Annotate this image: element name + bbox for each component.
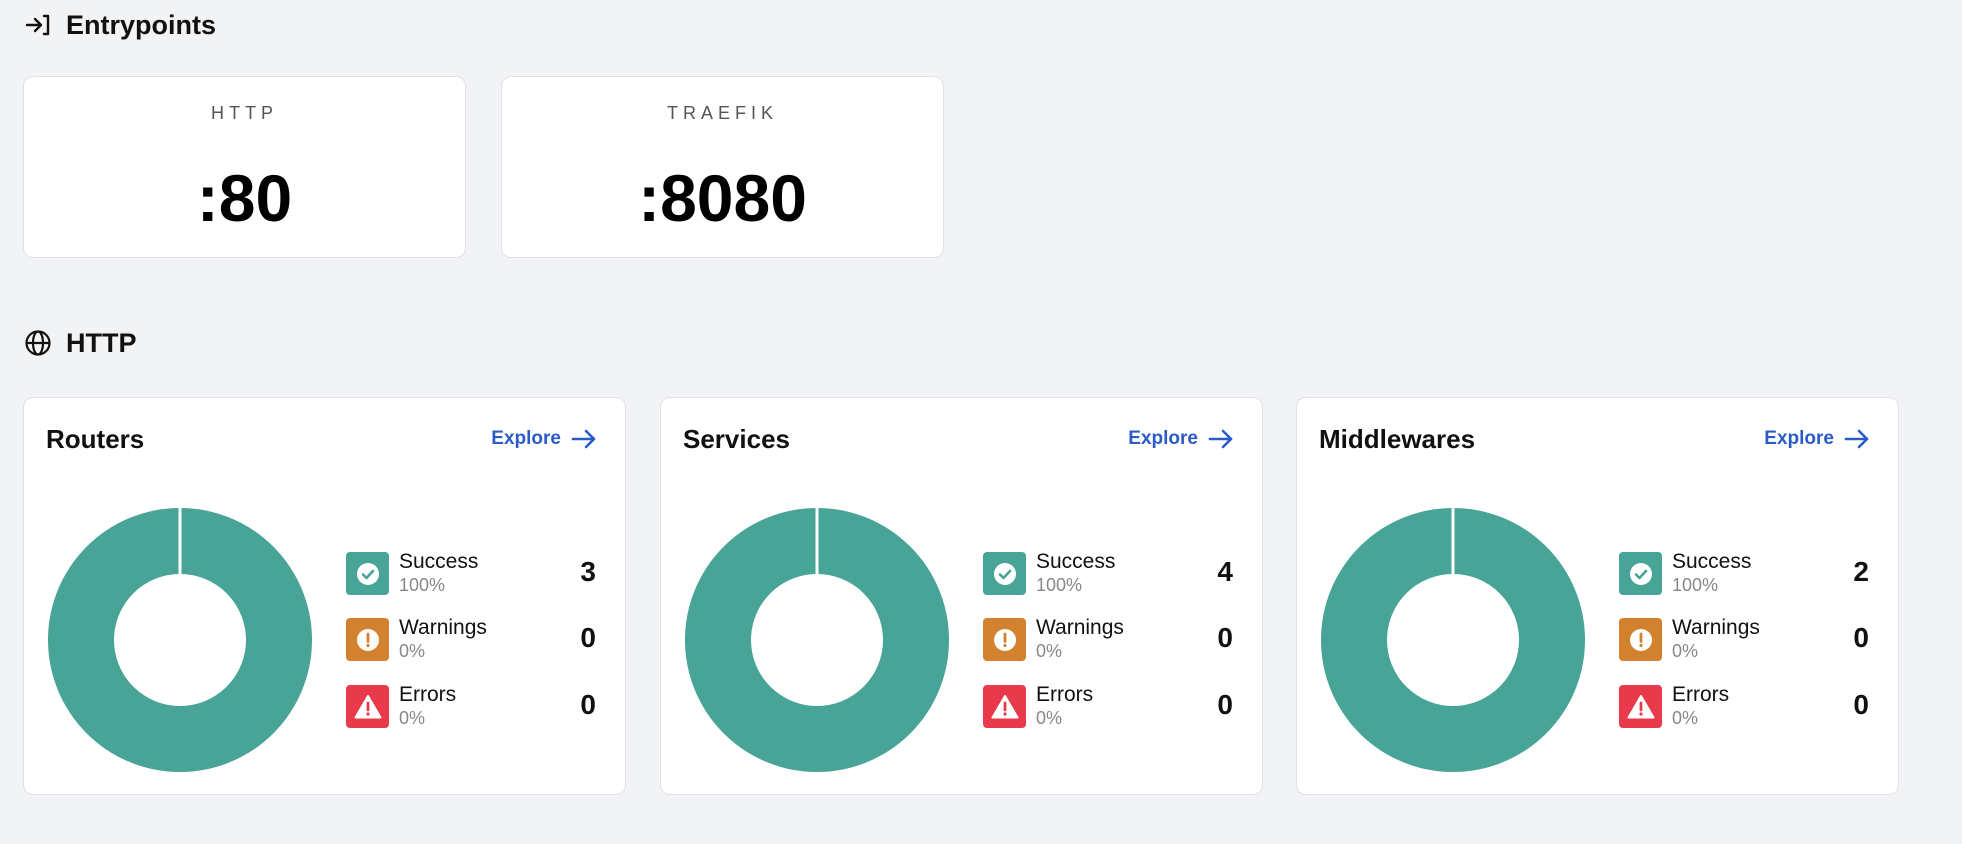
explore-label: Explore — [491, 428, 561, 449]
entrypoints-header: Entrypoints — [24, 8, 216, 42]
warning-exclamation-icon — [346, 618, 389, 661]
status-donut-chart — [48, 508, 312, 772]
explore-link[interactable]: Explore — [1764, 428, 1870, 450]
success-percent: 100% — [399, 575, 446, 595]
success-label: Success — [399, 550, 479, 573]
http-header: HTTP — [24, 326, 137, 360]
arrow-right-icon — [1844, 428, 1870, 450]
entrypoint-port: :8080 — [638, 161, 807, 235]
success-percent: 100% — [1036, 575, 1083, 595]
entrypoint-port: :80 — [196, 161, 293, 235]
entrypoints-title: Entrypoints — [66, 9, 217, 40]
http-title: HTTP — [66, 327, 137, 358]
warnings-label: Warnings — [399, 616, 487, 639]
success-count: 2 — [1853, 556, 1869, 587]
success-label: Success — [1036, 550, 1116, 573]
success-label: Success — [1672, 550, 1752, 573]
errors-count: 0 — [580, 689, 596, 720]
warnings-count: 0 — [1853, 622, 1869, 653]
card-title: Middlewares — [1319, 424, 1476, 454]
legend-warnings: Warnings 0% 0 — [983, 616, 1233, 664]
success-check-icon — [1619, 552, 1662, 595]
routers-card: Routers Explore Success 100% 3 Warnings … — [23, 397, 626, 795]
success-count: 4 — [1217, 556, 1233, 587]
warnings-percent: 0% — [399, 641, 426, 661]
card-title: Routers — [46, 424, 145, 454]
success-check-icon — [346, 552, 389, 595]
errors-count: 0 — [1853, 689, 1869, 720]
errors-percent: 0% — [1672, 708, 1699, 728]
errors-percent: 0% — [1036, 708, 1063, 728]
card-title: Services — [683, 424, 790, 454]
error-triangle-icon — [346, 685, 389, 728]
status-donut-chart — [1321, 508, 1585, 772]
entrypoint-name: HTTP — [211, 103, 278, 123]
warning-exclamation-icon — [983, 618, 1026, 661]
success-check-icon — [983, 552, 1026, 595]
errors-label: Errors — [1672, 683, 1730, 706]
error-triangle-icon — [1619, 685, 1662, 728]
warning-exclamation-icon — [1619, 618, 1662, 661]
errors-percent: 0% — [399, 708, 426, 728]
explore-label: Explore — [1764, 428, 1834, 449]
legend-success: Success 100% 3 — [346, 550, 596, 598]
error-triangle-icon — [983, 685, 1026, 728]
entrypoint-card-traefik: TRAEFIK :8080 — [501, 76, 944, 258]
legend-errors: Errors 0% 0 — [983, 683, 1233, 731]
warnings-label: Warnings — [1672, 616, 1760, 639]
success-percent: 100% — [1672, 575, 1719, 595]
legend-success: Success 100% 4 — [983, 550, 1233, 598]
legend-success: Success 100% 2 — [1619, 550, 1869, 598]
arrow-right-icon — [1208, 428, 1234, 450]
errors-label: Errors — [399, 683, 457, 706]
legend-errors: Errors 0% 0 — [346, 683, 596, 731]
success-count: 3 — [580, 556, 596, 587]
services-card: Services Explore Success 100% 4 Warnings… — [660, 397, 1263, 795]
explore-link[interactable]: Explore — [491, 428, 597, 450]
warnings-label: Warnings — [1036, 616, 1124, 639]
globe-icon — [24, 329, 52, 357]
explore-link[interactable]: Explore — [1128, 428, 1234, 450]
entrypoint-name: TRAEFIK — [666, 103, 778, 123]
entrypoint-arrow-icon — [24, 11, 52, 39]
errors-count: 0 — [1217, 689, 1233, 720]
warnings-count: 0 — [1217, 622, 1233, 653]
warnings-percent: 0% — [1672, 641, 1699, 661]
status-donut-chart — [685, 508, 949, 772]
arrow-right-icon — [571, 428, 597, 450]
legend-warnings: Warnings 0% 0 — [346, 616, 596, 664]
legend-errors: Errors 0% 0 — [1619, 683, 1869, 731]
entrypoint-card-http: HTTP :80 — [23, 76, 466, 258]
warnings-percent: 0% — [1036, 641, 1063, 661]
middlewares-card: Middlewares Explore Success 100% 2 Warni… — [1296, 397, 1899, 795]
legend-warnings: Warnings 0% 0 — [1619, 616, 1869, 664]
explore-label: Explore — [1128, 428, 1198, 449]
errors-label: Errors — [1036, 683, 1094, 706]
warnings-count: 0 — [580, 622, 596, 653]
